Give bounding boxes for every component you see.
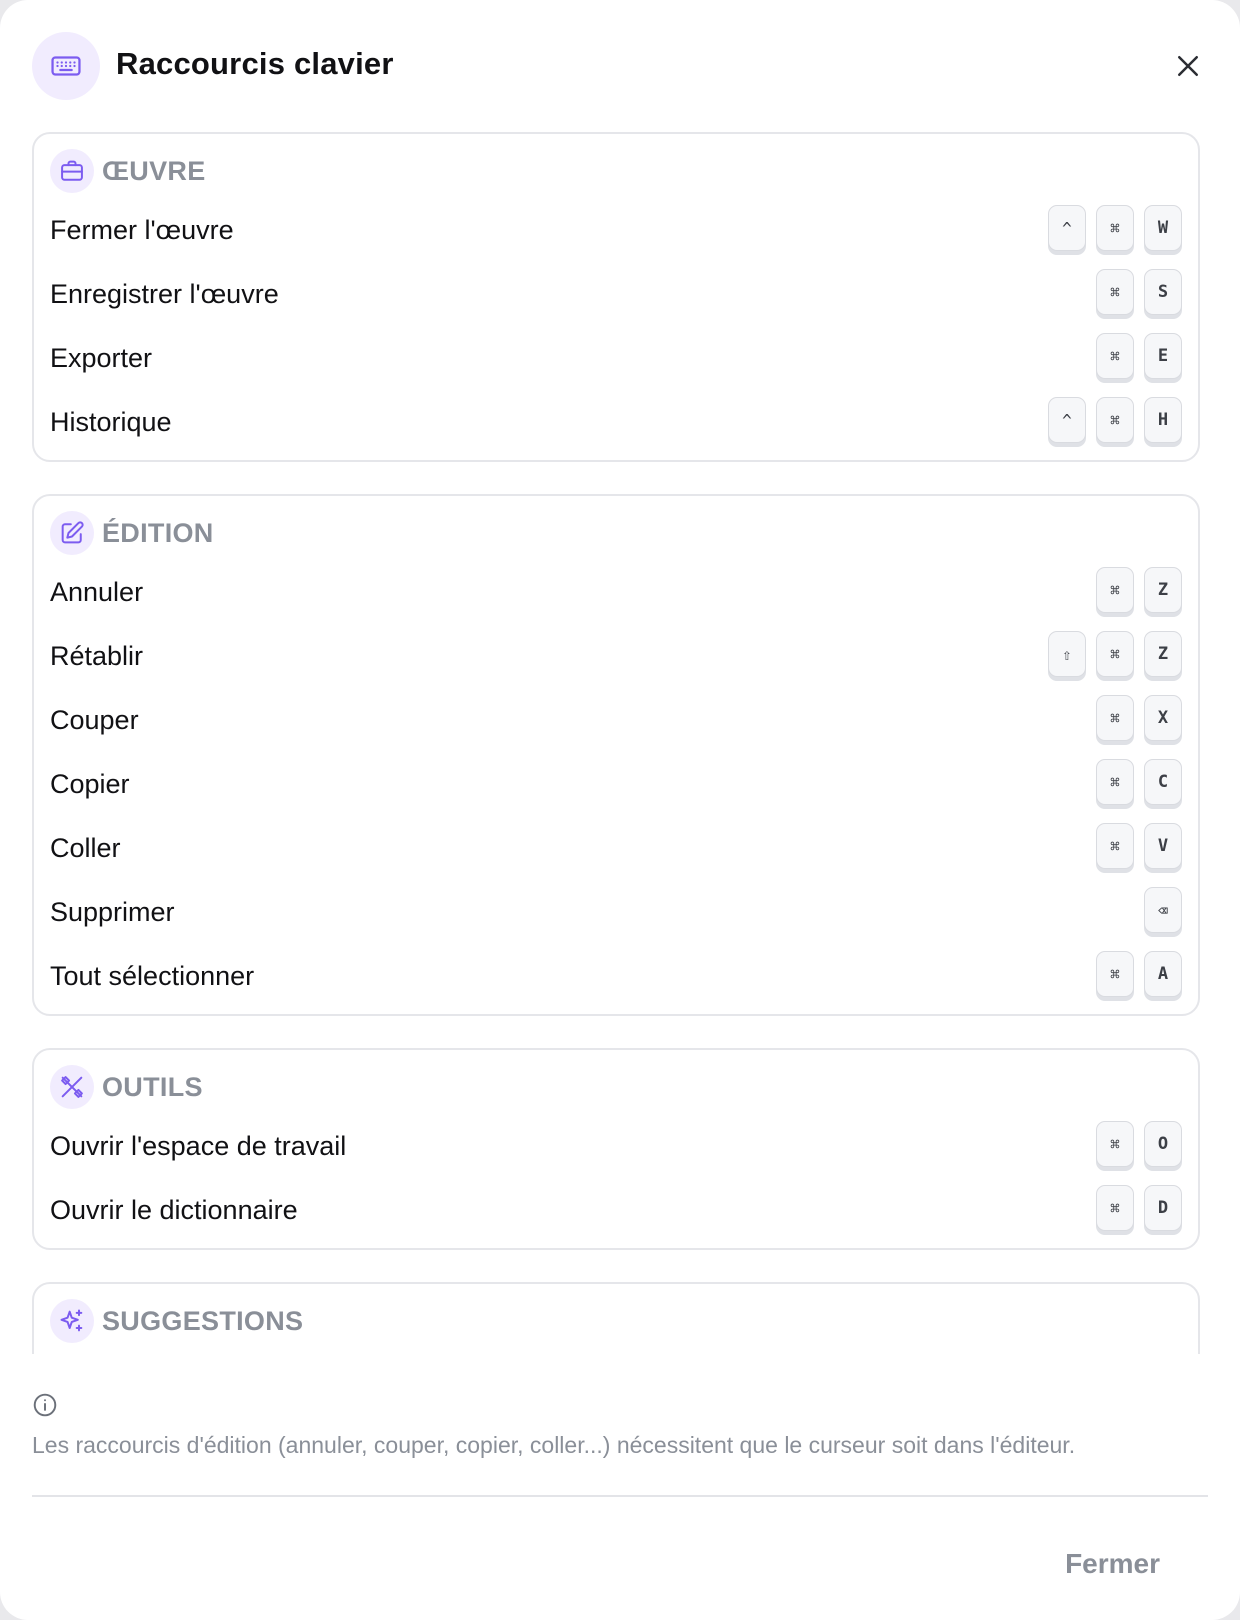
edit-icon (50, 511, 94, 555)
shortcut-row: Coller ⌘ V (50, 816, 1182, 880)
key-combo: ⌘ V (1096, 823, 1182, 873)
shortcut-label: Enregistrer l'œuvre (50, 278, 279, 309)
dialog-header: Raccourcis clavier (32, 32, 1208, 100)
keycap: S (1144, 269, 1182, 315)
key-combo: ⌘ X (1096, 695, 1182, 745)
keycap: E (1144, 333, 1182, 379)
section-header: OUTILS (50, 1064, 1182, 1110)
section-edition: ÉDITION Annuler ⌘ Z Rétablir ⇧ ⌘ Z Couper ⌘ X Copie… (32, 494, 1200, 1016)
info-text: Les raccourcis d'édition (annuler, coupe… (32, 1432, 1076, 1458)
keycap: ⌘ (1096, 1121, 1134, 1167)
shortcut-label: Supprimer (50, 896, 175, 927)
key-combo: ⌘ O (1096, 1121, 1182, 1171)
shortcut-row: Fermer l'œuvre ^ ⌘ W (50, 198, 1182, 262)
shortcut-row: Tout sélectionner ⌘ A (50, 944, 1182, 1008)
keycap: W (1144, 205, 1182, 251)
key-combo: ⌘ S (1096, 269, 1182, 319)
shortcut-label: Exporter (50, 342, 153, 373)
shortcut-row: Enregistrer l'œuvre ⌘ S (50, 262, 1182, 326)
section-header: SUGGESTIONS (50, 1298, 1182, 1344)
keycap: ⌘ (1096, 205, 1134, 251)
section-oeuvre: ŒUVRE Fermer l'œuvre ^ ⌘ W Enregistrer l'œuvr… (32, 132, 1200, 462)
section-suggestions: SUGGESTIONS (32, 1282, 1200, 1354)
info-note: Les raccourcis d'édition (annuler, coupe… (32, 1392, 1200, 1460)
shortcuts-list[interactable]: ŒUVRE Fermer l'œuvre ^ ⌘ W Enregistrer l'œuvr… (32, 132, 1200, 1354)
keycap: Z (1144, 567, 1182, 613)
shortcut-row: Exporter ⌘ E (50, 326, 1182, 390)
tools-icon (50, 1065, 94, 1109)
shortcut-row: Rétablir ⇧ ⌘ Z (50, 624, 1182, 688)
shortcut-label: Coller (50, 832, 121, 863)
shortcut-row: Annuler ⌘ Z (50, 560, 1182, 624)
sparkles-icon (50, 1299, 94, 1343)
section-title: ŒUVRE (102, 155, 206, 186)
keycap: ⌘ (1096, 269, 1134, 315)
keycap: ⌘ (1096, 695, 1134, 741)
keycap: ⌘ (1096, 1185, 1134, 1231)
keycap: ^ (1048, 397, 1086, 443)
keycap: ⌘ (1096, 823, 1134, 869)
key-combo: ⇧ ⌘ Z (1048, 631, 1182, 681)
shortcut-label: Ouvrir l'espace de travail (50, 1130, 347, 1161)
shortcut-row: Historique ^ ⌘ H (50, 390, 1182, 454)
key-combo: ⌘ D (1096, 1185, 1182, 1235)
shortcut-label: Tout sélectionner (50, 960, 255, 991)
shortcut-label: Couper (50, 704, 139, 735)
key-combo: ⌘ A (1096, 951, 1182, 1001)
shortcut-label: Rétablir (50, 640, 144, 671)
keycap: Z (1144, 631, 1182, 677)
shortcut-label: Copier (50, 768, 130, 799)
keycap: O (1144, 1121, 1182, 1167)
shortcut-row: Couper ⌘ X (50, 688, 1182, 752)
shortcut-label: Historique (50, 406, 172, 437)
keycap: X (1144, 695, 1182, 741)
key-combo: ⌘ E (1096, 333, 1182, 383)
close-button[interactable] (1168, 46, 1208, 86)
shortcut-row: Ouvrir le dictionnaire ⌘ D (50, 1178, 1182, 1242)
footer-divider (32, 1495, 1208, 1497)
section-title: ÉDITION (102, 517, 214, 548)
keycap: H (1144, 397, 1182, 443)
shortcut-row: Copier ⌘ C (50, 752, 1182, 816)
section-title: OUTILS (102, 1071, 203, 1102)
key-combo: ⌘ C (1096, 759, 1182, 809)
briefcase-icon (50, 149, 94, 193)
keycap: ^ (1048, 205, 1086, 251)
shortcut-row: Supprimer ⌫ (50, 880, 1182, 944)
section-outils: OUTILS Ouvrir l'espace de travail ⌘ O Ouvrir… (32, 1048, 1200, 1250)
keycap: ⌫ (1144, 887, 1182, 933)
shortcut-label: Ouvrir le dictionnaire (50, 1194, 298, 1225)
key-combo: ^ ⌘ H (1048, 397, 1182, 447)
keycap: ⌘ (1096, 631, 1134, 677)
keyboard-shortcuts-dialog: Raccourcis clavier ŒUVRE Fermer l'œuvre ^ ⌘… (0, 0, 1240, 1620)
keycap: C (1144, 759, 1182, 805)
shortcut-label: Fermer l'œuvre (50, 214, 234, 245)
keycap: ⌘ (1096, 567, 1134, 613)
keycap: ⌘ (1096, 397, 1134, 443)
keycap: ⇧ (1048, 631, 1086, 677)
info-icon (33, 1393, 57, 1417)
close-icon (1178, 56, 1198, 76)
key-combo: ⌫ (1144, 887, 1182, 937)
section-title: SUGGESTIONS (102, 1305, 304, 1336)
shortcut-row: Ouvrir l'espace de travail ⌘ O (50, 1114, 1182, 1178)
section-header: ÉDITION (50, 510, 1182, 556)
keycap: ⌘ (1096, 951, 1134, 997)
keyboard-icon (32, 32, 100, 100)
keycap: V (1144, 823, 1182, 869)
key-combo: ⌘ Z (1096, 567, 1182, 617)
keycap: ⌘ (1096, 333, 1134, 379)
dialog-title: Raccourcis clavier (116, 46, 394, 81)
keycap: A (1144, 951, 1182, 997)
section-header: ŒUVRE (50, 148, 1182, 194)
keycap: ⌘ (1096, 759, 1134, 805)
key-combo: ^ ⌘ W (1048, 205, 1182, 255)
keycap: D (1144, 1185, 1182, 1231)
fermer-button[interactable]: Fermer (1065, 1548, 1160, 1580)
shortcut-label: Annuler (50, 576, 144, 607)
